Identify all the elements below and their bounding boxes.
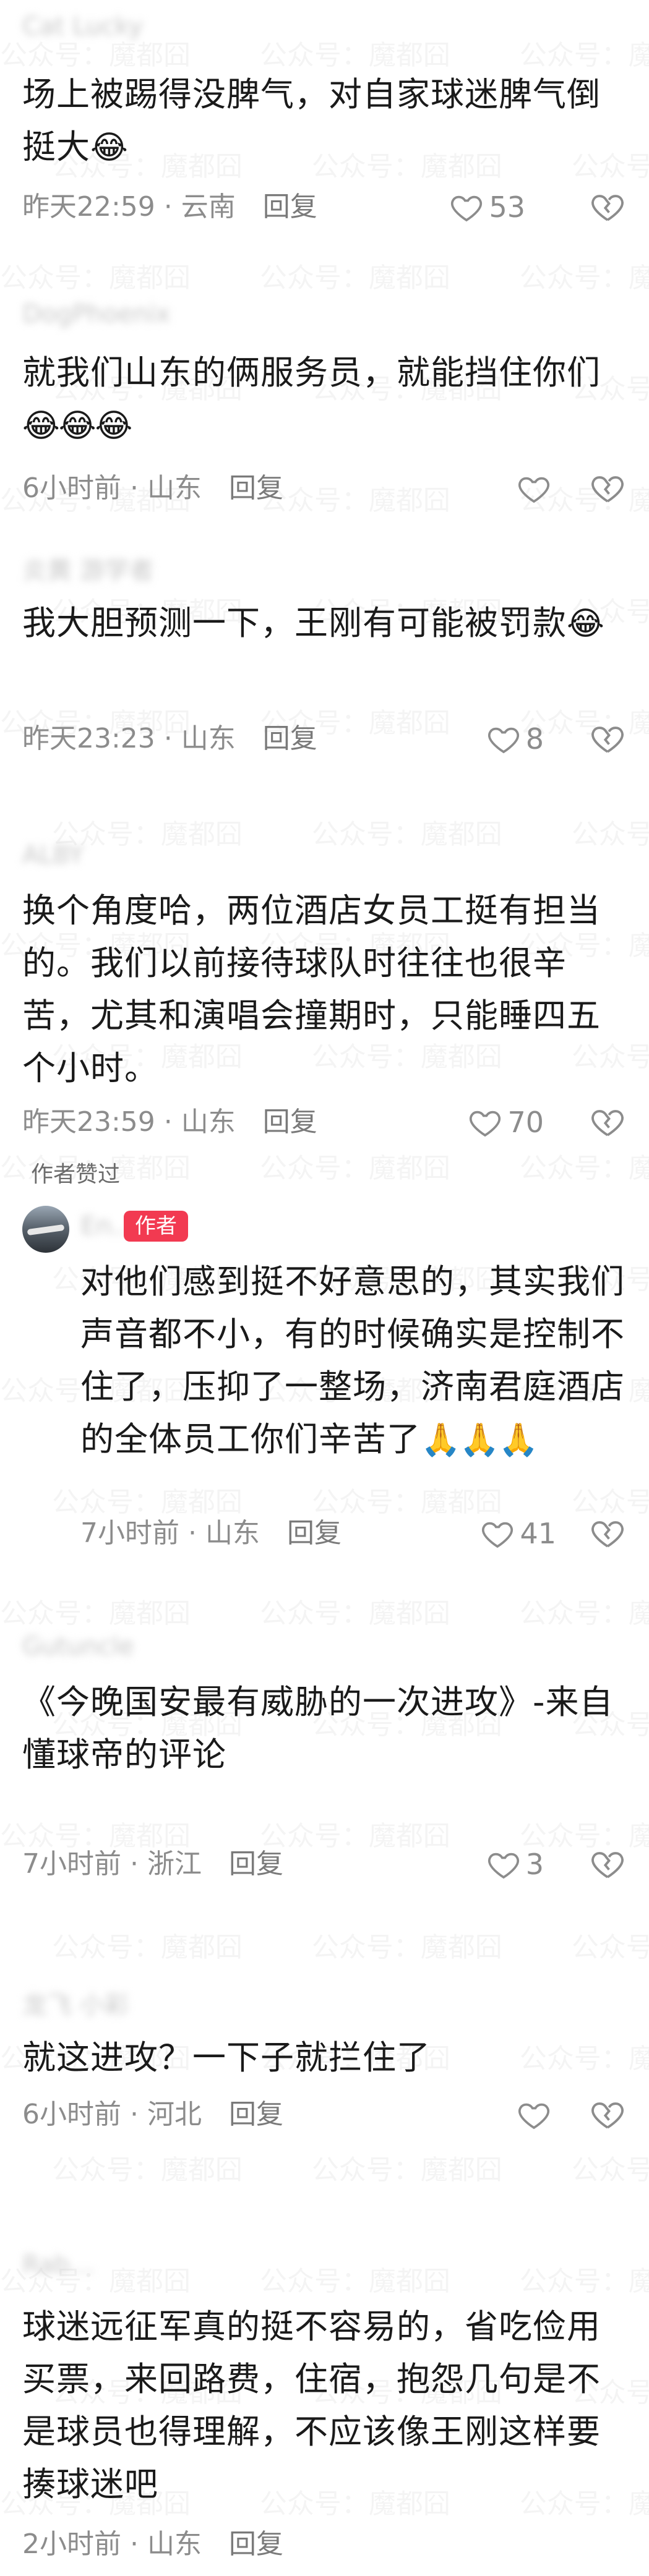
reply-button[interactable]: 回复 [229,2526,283,2563]
comment-text: 球迷远征军真的挺不容易的，省吃俭用买票，来回路费，住宿，抱怨几句是不是球员也得理… [22,2307,601,2504]
laughing-emoji-icon: 😂😂😂 [22,407,132,445]
heart-icon [488,1853,519,1879]
comment-meta: 2小时前 · 山东 回复 [22,2526,283,2563]
comment-time-location: 6小时前 · 河北 [22,2099,202,2130]
username-blurred: Rab… [22,2251,95,2279]
heart-icon [451,195,483,222]
reply-button[interactable]: 回复 [229,1846,283,1883]
comment-meta: 6小时前 · 河北 回复 [22,2096,283,2133]
heart-icon [518,477,549,503]
author-badge: 作者 [124,1211,188,1242]
broken-heart-icon [591,2102,624,2129]
comment-item: 龙飞 小彩 就这进攻？一下子就拦住了 6小时前 · 河北 回复 [0,1917,649,2177]
laughing-emoji-icon: 😂 [90,129,128,166]
reply-button[interactable]: 回复 [229,2096,283,2133]
broken-heart-icon [591,476,624,503]
dislike-button[interactable] [590,2096,627,2133]
reply-button[interactable]: 回复 [287,1515,342,1552]
like-button[interactable] [517,470,556,507]
like-button[interactable]: 3 [486,1846,544,1883]
like-button[interactable]: 41 [480,1515,556,1552]
comment-text: 换个角度哈，两位酒店女员工挺有担当的。我们以前接待球队时往往也很辛苦，尤其和演唱… [22,891,601,1088]
broken-heart-icon [591,1521,624,1548]
like-button[interactable]: 8 [486,720,544,757]
reply-button[interactable]: 回复 [263,189,317,226]
comment-item: 炎黄 游学者 我大胆预测一下，王刚有可能被罚款😂 昨天23:23 · 山东 回复… [0,526,649,785]
comment-item: ALBY 换个角度哈，两位酒店女员工挺有担当的。我们以前接待球队时往往也很辛苦，… [0,804,649,1187]
comment-time-location: 昨天22:59 · 云南 [22,191,236,223]
comment-item: Cat Lucky 场上被踢得没脾气，对自家球迷脾气倒挺大😂 昨天22:59 ·… [0,0,649,247]
dislike-button[interactable] [590,1104,627,1141]
comment-item: Gutuncle 《今晚国安最有威胁的一次进攻》-来自懂球帝的评论 7小时前 ·… [0,1595,649,1892]
username-blurred: DogPhoenix [22,300,171,328]
broken-heart-icon [591,1852,624,1879]
comment-time-location: 昨天23:23 · 山东 [22,723,236,754]
comment-meta: 7小时前 · 山东 回复 [80,1515,342,1552]
author-reply-item: En… 作者 对他们感到挺不好意思的，其实我们声音都不小，有的时候确实是控制不住… [0,1206,649,1589]
like-count: 8 [525,722,544,756]
broken-heart-icon [591,727,624,753]
comment-time-location: 7小时前 · 浙江 [22,1848,202,1880]
comment-meta: 昨天22:59 · 云南 回复 [22,189,317,226]
like-button[interactable] [517,2096,556,2133]
comment-text: 就我们山东的俩服务员，就能挡住你们😂😂😂 [22,353,601,445]
heart-icon [482,1522,514,1548]
username-blurred: Gutuncle [22,1632,134,1661]
comment-time-location: 2小时前 · 山东 [22,2528,202,2560]
username-blurred: 炎黄 游学者 [22,557,154,585]
heart-icon [470,1111,501,1137]
author-avatar [22,1206,69,1253]
like-count: 41 [520,1517,556,1550]
like-button[interactable]: 53 [449,189,525,226]
comment-item: DogPhoenix 就我们山东的俩服务员，就能挡住你们😂😂😂 6小时前 · 山… [0,260,649,519]
comment-text: 《今晚国安最有威胁的一次进攻》-来自懂球帝的评论 [22,1683,614,1774]
comment-text: 就这进攻？一下子就拦住了 [22,2038,431,2077]
comment-meta: 6小时前 · 山东 回复 [22,470,283,507]
like-button[interactable]: 70 [468,1104,544,1141]
comment-text: 我大胆预测一下，王刚有可能被罚款😂 [22,603,604,642]
dislike-button[interactable] [590,720,627,757]
like-count: 3 [525,1848,544,1881]
username-blurred: 龙飞 小彩 [22,1991,129,2019]
heart-icon [518,2103,549,2130]
comment-meta: 昨天23:59 · 山东 回复 [22,1104,317,1141]
comment-text: 场上被踢得没脾气，对自家球迷脾气倒挺大😂 [22,75,601,166]
username-blurred: ALBY [22,841,84,869]
username-blurred: Cat Lucky [22,12,144,41]
broken-heart-icon [591,1110,624,1137]
reply-button[interactable]: 回复 [263,1104,317,1141]
dislike-button[interactable] [590,1515,627,1552]
laughing-emoji-icon: 😂 [567,605,604,642]
comment-meta: 昨天23:23 · 山东 回复 [22,720,317,757]
dislike-button[interactable] [590,1846,627,1883]
praying-hands-icon: 🙏🙏🙏 [421,1422,538,1459]
dislike-button[interactable] [590,470,627,507]
heart-icon [488,727,519,754]
broken-heart-icon [591,195,624,221]
reply-button[interactable]: 回复 [229,470,283,507]
comment-text: 对他们感到挺不好意思的，其实我们声音都不小，有的时候确实是控制不住了，压抑了一整… [80,1262,625,1459]
author-liked-label: 作者赞过 [31,1162,121,1187]
comment-meta: 7小时前 · 浙江 回复 [22,1846,283,1883]
reply-button[interactable]: 回复 [263,720,317,757]
like-count: 70 [507,1106,544,1139]
comment-item: Rab… 球迷远征军真的挺不容易的，省吃俭用买票，来回路费，住宿，抱怨几句是不是… [0,2201,649,2576]
comment-time-location: 昨天23:59 · 山东 [22,1106,236,1138]
comment-time-location: 7小时前 · 山东 [80,1517,260,1549]
dislike-button[interactable] [590,189,627,226]
comment-time-location: 6小时前 · 山东 [22,472,202,504]
like-count: 53 [489,190,525,224]
